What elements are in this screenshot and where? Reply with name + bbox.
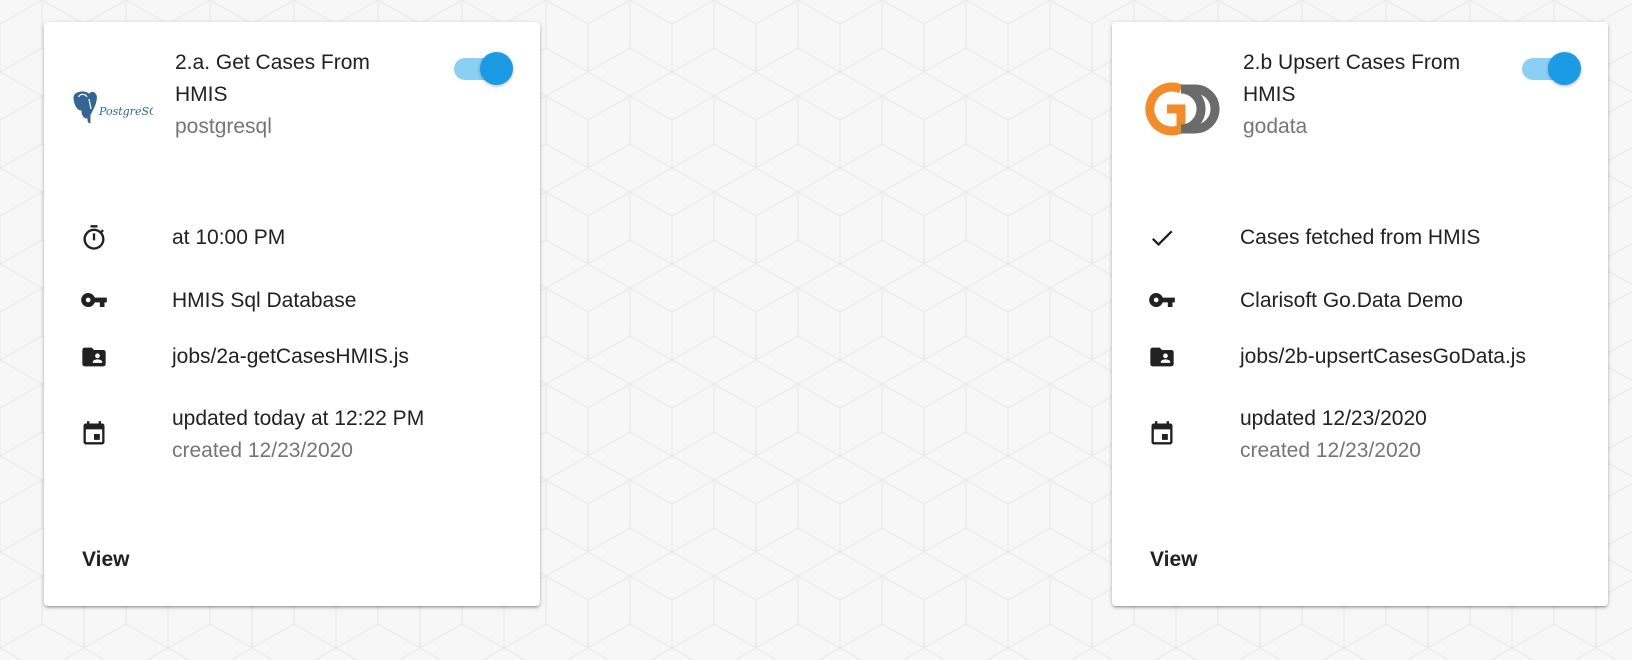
view-button[interactable]: View xyxy=(1140,538,1207,582)
trigger-text: Cases fetched from HMIS xyxy=(1240,226,1481,249)
job-card-2a: PostgreSQL 2.a. Get Cases From HMIS post… xyxy=(44,22,540,606)
path-text: jobs/2a-getCasesHMIS.js xyxy=(172,345,409,368)
toggle-thumb xyxy=(1548,52,1581,85)
path-text: jobs/2b-upsertCasesGoData.js xyxy=(1240,345,1526,368)
timer-icon xyxy=(83,225,105,250)
created-text: created 12/23/2020 xyxy=(172,439,353,462)
job-card-2b: 2.b Upsert Cases From HMIS godata Cases … xyxy=(1112,22,1608,606)
folder-shared-icon xyxy=(82,347,106,367)
job-adaptor: postgresql xyxy=(175,115,272,138)
postgresql-logo: PostgreSQL xyxy=(66,64,156,154)
postgresql-logo-text: PostgreSQL xyxy=(98,105,153,118)
folder-shared-icon xyxy=(1150,347,1174,367)
job-title: 2.a. Get Cases From HMIS xyxy=(175,51,370,106)
job-adaptor: godata xyxy=(1243,115,1308,138)
job-enabled-toggle[interactable] xyxy=(454,50,513,86)
credential-text: Clarisoft Go.Data Demo xyxy=(1240,289,1463,312)
job-title: 2.b Upsert Cases From HMIS xyxy=(1243,51,1461,106)
check-icon xyxy=(1151,230,1173,247)
updated-text: updated 12/23/2020 xyxy=(1240,407,1427,430)
key-icon xyxy=(81,293,107,307)
godata-logo xyxy=(1134,64,1224,154)
key-icon xyxy=(1149,293,1175,307)
toggle-thumb xyxy=(480,52,513,85)
view-button[interactable]: View xyxy=(72,538,139,582)
trigger-text: at 10:00 PM xyxy=(172,226,286,249)
created-text: created 12/23/2020 xyxy=(1240,439,1421,462)
credential-text: HMIS Sql Database xyxy=(172,289,357,312)
job-enabled-toggle[interactable] xyxy=(1522,50,1581,86)
updated-text: updated today at 12:22 PM xyxy=(172,407,425,430)
calendar-icon xyxy=(83,421,105,445)
calendar-icon xyxy=(1151,421,1173,445)
